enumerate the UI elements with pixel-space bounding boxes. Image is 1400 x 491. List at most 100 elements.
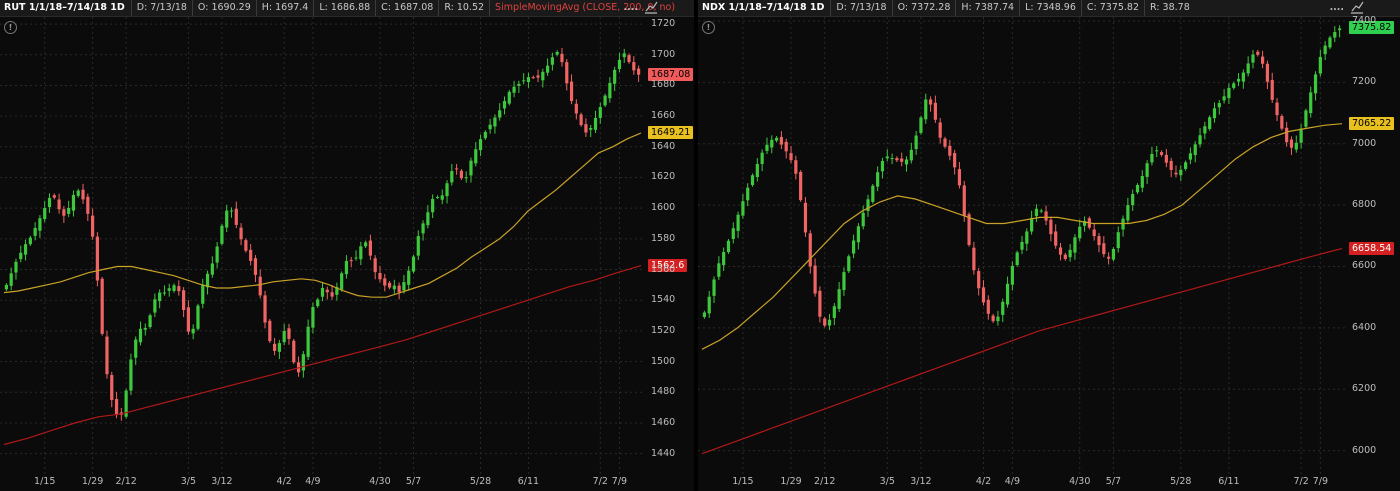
candle-body [464, 177, 468, 179]
ndx-chart-panel[interactable]: NDX 1/1/18–7/14/18 1D D: 7/13/18 O: 7372… [698, 0, 1400, 491]
candle-body [565, 62, 569, 84]
candle-body [239, 227, 243, 240]
candle-body [1261, 56, 1265, 64]
candle-body [1063, 254, 1067, 259]
rut-price-chart[interactable] [0, 17, 694, 491]
more-menu-button[interactable]: .... [624, 0, 638, 16]
candle-body [1169, 160, 1173, 171]
candle-body [832, 306, 836, 318]
candle-body [1275, 102, 1279, 116]
candle-body [632, 62, 636, 71]
candle-body [712, 279, 716, 296]
candle-body [702, 312, 707, 317]
x-tick-label: 5/7 [405, 476, 422, 487]
candle-body [52, 195, 56, 198]
x-tick-label: 5/7 [1105, 476, 1122, 487]
candle-body [1236, 78, 1241, 82]
candle-body [741, 201, 745, 216]
candle-body [1289, 139, 1294, 148]
candle-body [177, 286, 181, 292]
candle-body [502, 100, 507, 109]
candle-body [225, 210, 229, 228]
candle-body [977, 271, 981, 289]
header-open: O: 1690.29 [191, 0, 256, 16]
candle-body [933, 102, 937, 120]
candle-body [167, 288, 171, 291]
candle-body [19, 252, 23, 260]
candle-body [1251, 54, 1255, 63]
chart-title[interactable]: NDX 1/1/18–7/14/18 1D [698, 0, 830, 16]
y-tick-label: 1600 [651, 202, 676, 214]
more-menu-button[interactable]: .... [1330, 0, 1344, 16]
y-tick-label: 1640 [651, 140, 676, 152]
chart-settings-icon[interactable] [1350, 1, 1364, 14]
info-icon[interactable]: ! [4, 21, 17, 34]
header-close: C: 1687.08 [375, 0, 438, 16]
ndx-price-chart[interactable] [698, 17, 1400, 491]
candle-body [474, 149, 478, 164]
header-open: O: 7372.28 [891, 0, 956, 16]
candle-body [861, 212, 865, 227]
candle-body [598, 107, 602, 118]
candle-body [1005, 283, 1010, 305]
candle-body [991, 315, 995, 322]
y-tick-label: 1520 [651, 324, 676, 336]
candle-body [526, 77, 531, 83]
candle-body [110, 375, 114, 400]
candle-body [253, 258, 258, 275]
candle-body [220, 225, 224, 244]
rut-chart-panel[interactable]: RUT 1/1/18–7/14/18 1D D: 7/13/18 O: 1690… [0, 0, 694, 491]
candle-body [1140, 176, 1144, 188]
candle-body [1294, 142, 1298, 150]
candle-body [986, 299, 990, 314]
chart-title[interactable]: RUT 1/1/18–7/14/18 1D [0, 0, 131, 16]
candle-body [1212, 108, 1217, 119]
candle-body [1030, 217, 1034, 232]
candle-body [1126, 205, 1130, 221]
candle-body [67, 207, 71, 214]
candle-body [1227, 87, 1231, 99]
candle-body [1313, 74, 1318, 94]
candle-body [1270, 80, 1274, 100]
candle-body [148, 315, 152, 328]
candle-body [1179, 169, 1183, 176]
chart-settings-icon[interactable] [644, 1, 658, 14]
candle-body [1078, 226, 1082, 239]
candle-body [1323, 45, 1327, 55]
y-tick-label: 6200 [1352, 383, 1377, 395]
candle-body [589, 128, 593, 130]
x-tick-label: 7/9 [1312, 476, 1328, 487]
candle-body [1265, 63, 1270, 82]
candle-body [143, 327, 147, 330]
y-tick-label: 1480 [651, 386, 676, 398]
candle-body [210, 263, 214, 275]
candle-body [397, 285, 401, 293]
candle-body [1116, 232, 1120, 249]
candle-body [62, 209, 66, 216]
candle-body [1111, 248, 1116, 260]
candle-body [1102, 243, 1106, 255]
y-tick-label: 1660 [651, 110, 676, 122]
candle-body [1318, 56, 1322, 74]
candle-body [134, 339, 138, 358]
candle-body [392, 285, 396, 290]
candle-body [603, 95, 607, 106]
candle-body [569, 81, 574, 102]
candle-body [1135, 185, 1140, 193]
candle-body [885, 156, 889, 159]
candle-body [731, 228, 735, 240]
candle-body [560, 53, 564, 63]
candle-body [282, 331, 286, 343]
candle-body [909, 149, 913, 161]
sma50-line [3, 132, 642, 298]
candle-body [1025, 231, 1029, 244]
candle-body [1246, 63, 1250, 74]
candle-body [1034, 208, 1039, 217]
info-icon[interactable]: ! [702, 21, 715, 34]
x-tick-label: 1/15 [34, 476, 56, 487]
candle-body [330, 292, 334, 297]
candle-body [325, 289, 329, 293]
candle-body [316, 299, 320, 307]
header-close: C: 7375.82 [1080, 0, 1144, 16]
candle-body [354, 257, 358, 259]
